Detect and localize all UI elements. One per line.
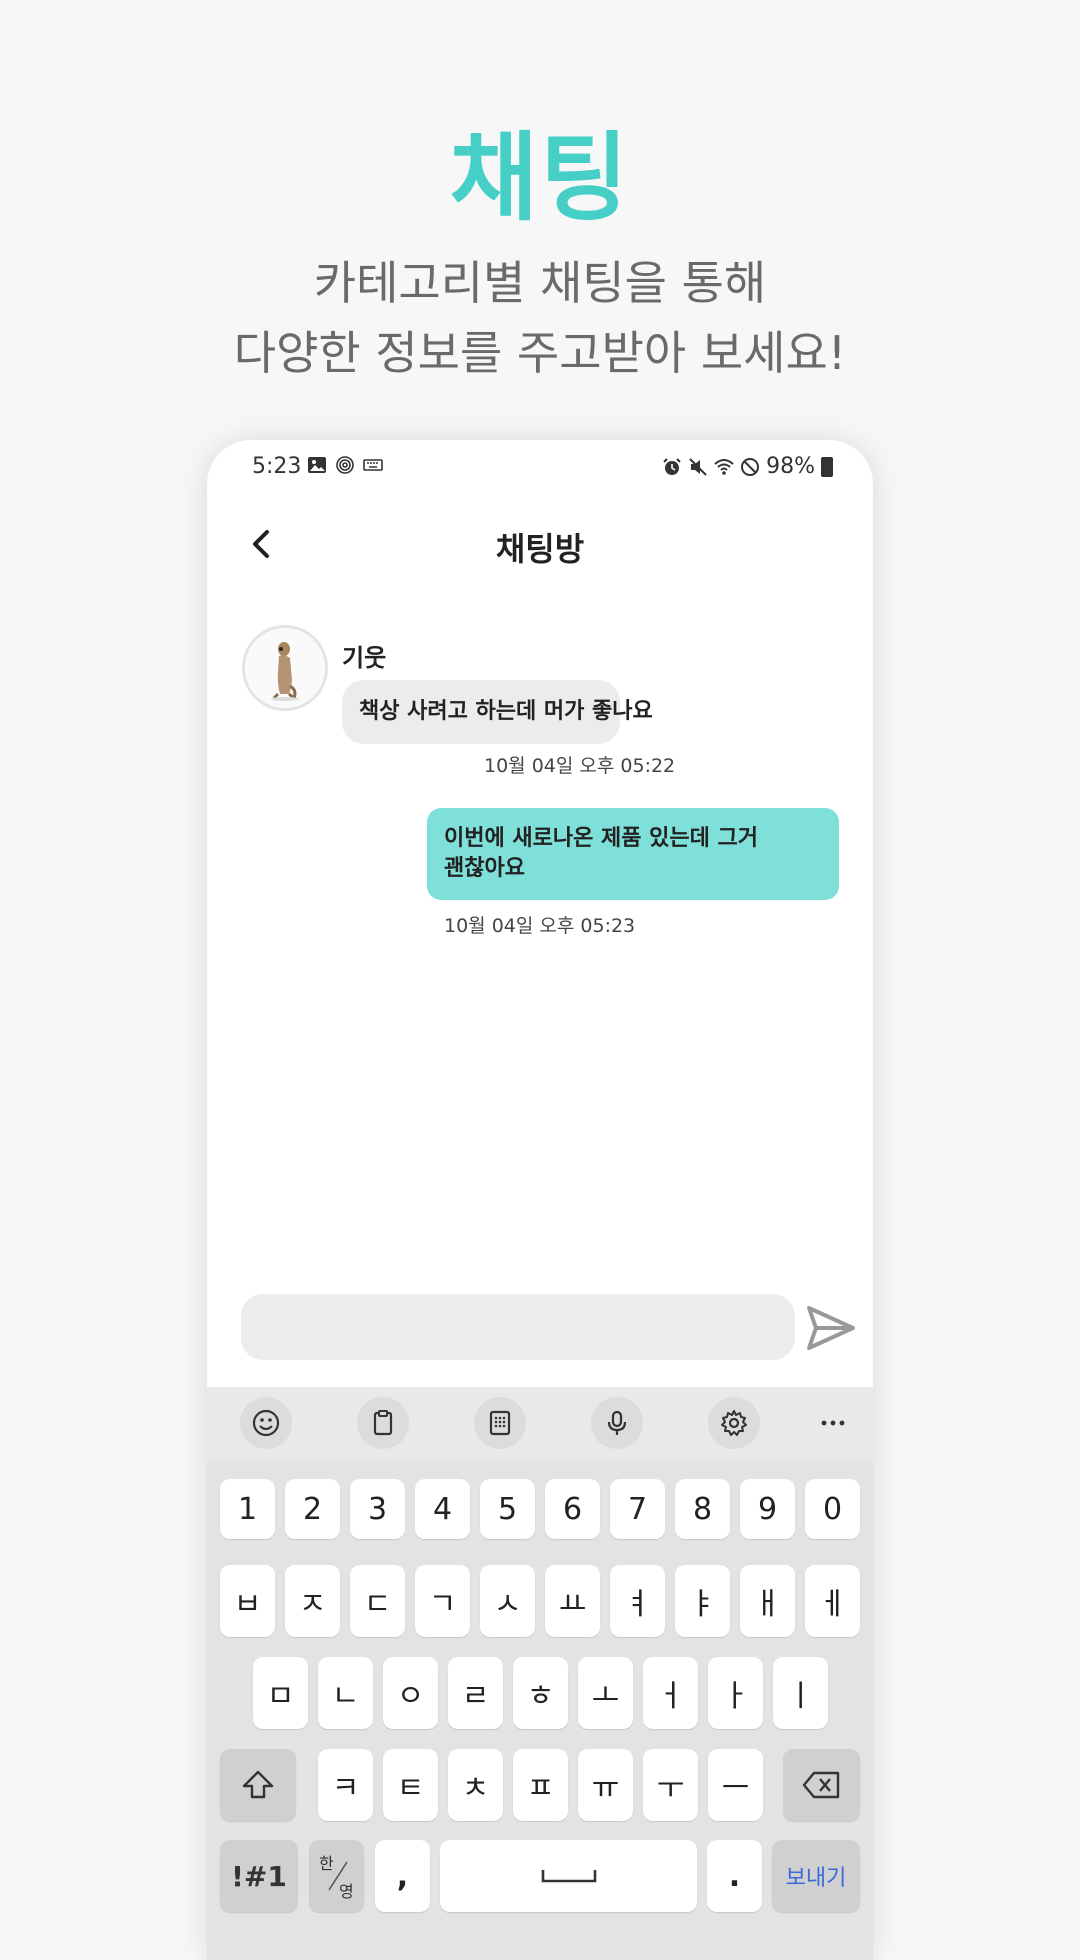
hero-subtitle-line1: 카테고리별 채팅을 통해 <box>313 256 767 310</box>
app-bar: 채팅방 <box>207 504 873 584</box>
backspace-key[interactable] <box>783 1749 860 1821</box>
alarm-icon <box>663 457 681 475</box>
key-5[interactable]: 5 <box>480 1479 535 1539</box>
key-siot[interactable]: ㅅ <box>480 1565 535 1637</box>
key-yu[interactable]: ㅠ <box>578 1749 633 1821</box>
key-6[interactable]: 6 <box>545 1479 600 1539</box>
lang-english-label: 영 <box>339 1882 354 1901</box>
symbols-key[interactable]: !#1 <box>220 1840 298 1912</box>
space-key[interactable] <box>440 1840 697 1912</box>
key-eo[interactable]: ㅓ <box>643 1657 698 1729</box>
key-9[interactable]: 9 <box>740 1479 795 1539</box>
meerkat-avatar-image <box>271 642 299 701</box>
key-bieup[interactable]: ㅂ <box>220 1565 275 1637</box>
key-pieup[interactable]: ㅍ <box>513 1749 568 1821</box>
key-o[interactable]: ㅗ <box>578 1657 633 1729</box>
keypad-icon[interactable] <box>474 1397 526 1449</box>
send-key[interactable]: 보내기 <box>772 1840 860 1912</box>
phone-frame: 5:23 98% 채팅방 기웃 책상 사려고 하는데 머가 좋나요 10월 04… <box>207 440 873 1960</box>
clipboard-icon[interactable] <box>357 1397 409 1449</box>
key-mieum[interactable]: ㅁ <box>253 1657 308 1729</box>
settings-icon[interactable] <box>708 1397 760 1449</box>
key-hieut[interactable]: ㅎ <box>513 1657 568 1729</box>
no-service-icon <box>741 457 760 476</box>
shift-key[interactable] <box>220 1749 296 1821</box>
keyboard-notification-icon <box>363 459 383 471</box>
key-rieul[interactable]: ㄹ <box>448 1657 503 1729</box>
key-ae[interactable]: ㅐ <box>740 1565 795 1637</box>
outgoing-message-time: 10월 04일 오후 05:23 <box>444 915 636 937</box>
keyboard-toolbar <box>207 1387 873 1459</box>
more-icon[interactable] <box>807 1397 859 1449</box>
key-ieung[interactable]: ㅇ <box>383 1657 438 1729</box>
comma-key[interactable]: , <box>375 1840 430 1912</box>
wifi-icon <box>714 458 734 475</box>
sender-name: 기웃 <box>342 644 387 672</box>
key-giyeok[interactable]: ㄱ <box>415 1565 470 1637</box>
key-eu[interactable]: ㅡ <box>708 1749 763 1821</box>
send-icon[interactable] <box>805 1302 857 1354</box>
message-input[interactable] <box>241 1294 795 1360</box>
battery-icon <box>821 456 833 477</box>
key-8[interactable]: 8 <box>675 1479 730 1539</box>
space-bar-icon <box>541 1870 596 1883</box>
emoji-icon[interactable] <box>240 1397 292 1449</box>
period-key[interactable]: . <box>707 1840 762 1912</box>
key-jieut[interactable]: ㅈ <box>285 1565 340 1637</box>
key-chieut[interactable]: ㅊ <box>448 1749 503 1821</box>
outgoing-message-bubble: 이번에 새로나온 제품 있는데 그거 괜찮아요 <box>427 808 839 900</box>
image-notification-icon <box>308 457 326 473</box>
key-yeo[interactable]: ㅕ <box>610 1565 665 1637</box>
fingerprint-icon <box>336 456 354 474</box>
hero-title: 채팅 <box>449 122 631 234</box>
key-tieut[interactable]: ㅌ <box>383 1749 438 1821</box>
key-4[interactable]: 4 <box>415 1479 470 1539</box>
status-time: 5:23 <box>252 454 302 479</box>
mute-icon <box>689 457 707 476</box>
key-3[interactable]: 3 <box>350 1479 405 1539</box>
key-1[interactable]: 1 <box>220 1479 275 1539</box>
key-u[interactable]: ㅜ <box>643 1749 698 1821</box>
key-a[interactable]: ㅏ <box>708 1657 763 1729</box>
incoming-message-time: 10월 04일 오후 05:22 <box>484 755 676 777</box>
key-e[interactable]: ㅔ <box>805 1565 860 1637</box>
key-nieun[interactable]: ㄴ <box>318 1657 373 1729</box>
avatar[interactable] <box>242 625 328 711</box>
mic-icon[interactable] <box>591 1397 643 1449</box>
battery-percent: 98% <box>766 454 815 479</box>
key-yo[interactable]: ㅛ <box>545 1565 600 1637</box>
hero-subtitle-line2: 다양한 정보를 주고받아 보세요! <box>233 326 847 380</box>
key-digeut[interactable]: ㄷ <box>350 1565 405 1637</box>
outgoing-message-line1: 이번에 새로나온 제품 있는데 그거 <box>444 826 758 851</box>
outgoing-message-line2: 괜찮아요 <box>444 856 525 881</box>
status-bar: 5:23 98% <box>207 440 873 496</box>
backspace-icon <box>802 1771 839 1799</box>
language-toggle-key[interactable]: 한 영 <box>309 1840 364 1912</box>
incoming-message-bubble: 책상 사려고 하는데 머가 좋나요 <box>342 680 653 744</box>
keyboard: 1 2 3 4 5 6 7 8 9 0 ㅂ ㅈ ㄷ ㄱ ㅅ ㅛ ㅕ ㅑ ㅐ ㅔ … <box>207 1387 873 1960</box>
key-kieuk[interactable]: ㅋ <box>318 1749 373 1821</box>
key-ya[interactable]: ㅑ <box>675 1565 730 1637</box>
page-title: 채팅방 <box>495 530 585 568</box>
key-7[interactable]: 7 <box>610 1479 665 1539</box>
key-i[interactable]: ㅣ <box>773 1657 828 1729</box>
key-0[interactable]: 0 <box>805 1479 860 1539</box>
shift-arrow-icon <box>242 1770 274 1799</box>
key-2[interactable]: 2 <box>285 1479 340 1539</box>
